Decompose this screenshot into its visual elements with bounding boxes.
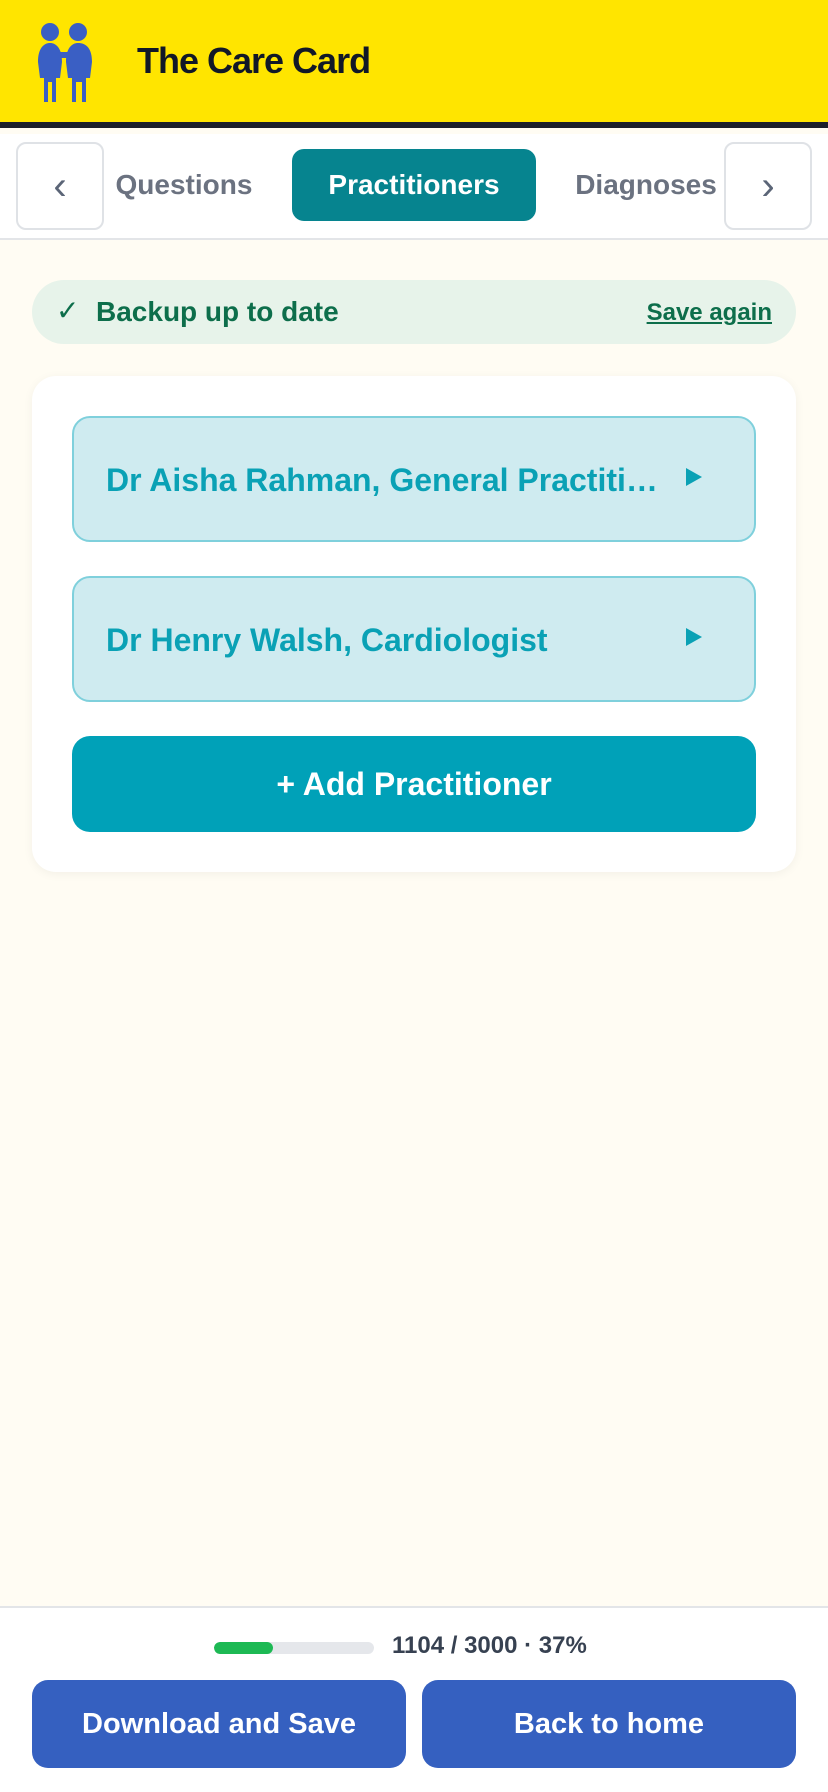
progress-bar-fill (214, 1642, 274, 1654)
expand-arrow-icon (686, 468, 702, 486)
practitioner-item[interactable]: Dr Aisha Rahman, General Practitioner (72, 416, 756, 542)
chevron-right-icon[interactable]: › (724, 142, 812, 230)
two-people-logo-icon (38, 23, 92, 102)
progress-bar (214, 1642, 374, 1654)
tab-diagnoses[interactable]: Diagnoses (566, 149, 726, 221)
download-and-save-button[interactable]: Download and Save (32, 1680, 406, 1768)
app-title: The Care Card (137, 40, 371, 81)
check-icon: ✓ (56, 295, 80, 326)
practitioner-name: Dr Henry Walsh, Cardiologist (106, 622, 548, 658)
tab-questions[interactable]: Questions (108, 149, 260, 221)
backup-status-banner: ✓ Backup up to date Save again (32, 280, 796, 344)
practitioner-item[interactable]: Dr Henry Walsh, Cardiologist (72, 576, 756, 702)
backup-status-text: Backup up to date (96, 296, 339, 327)
practitioners-card: Dr Aisha Rahman, General Practitioner Dr… (32, 376, 796, 872)
app-header: The Care Card (0, 0, 828, 128)
tab-practitioners[interactable]: Practitioners (292, 149, 536, 221)
progress-text: 1104 / 3000 · 37% (392, 1632, 587, 1659)
section-tabs: ‹ Questions Practitioners Diagnoses › (0, 134, 828, 240)
add-practitioner-button[interactable]: + Add Practitioner (72, 736, 756, 832)
back-to-home-button[interactable]: Back to home (422, 1680, 796, 1768)
expand-arrow-icon (686, 628, 702, 646)
save-again-link[interactable]: Save again (647, 299, 772, 327)
practitioner-name: Dr Aisha Rahman, General Practitioner (106, 462, 666, 498)
footer-bar: 1104 / 3000 · 37% Download and Save Back… (0, 1606, 828, 1792)
chevron-left-icon[interactable]: ‹ (16, 142, 104, 230)
